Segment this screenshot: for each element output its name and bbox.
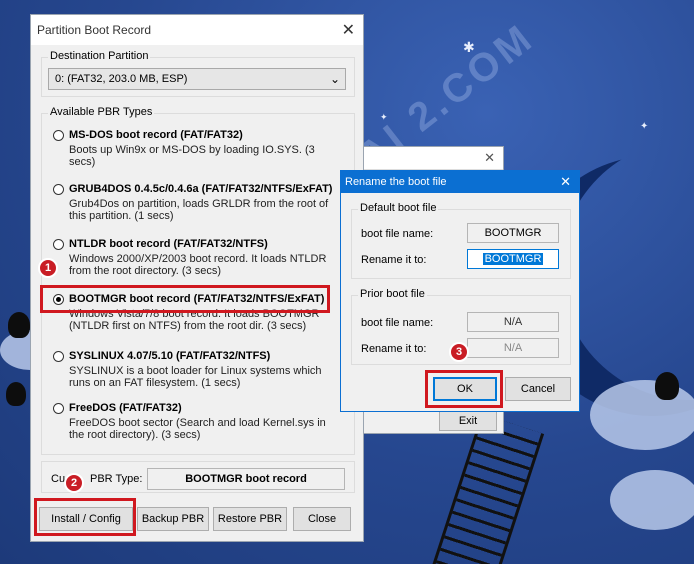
radio-button[interactable] [53,239,64,250]
option-title: NTLDR boot record (FAT/FAT32/NTFS) [69,238,268,250]
close-icon[interactable]: ✕ [342,20,355,40]
option-desc: Windows 2000/XP/2003 boot record. It loa… [69,253,327,277]
current-pbr-label-right: PBR Type: [90,473,143,485]
moon-graphic [560,140,694,400]
option-desc: FreeDOS boot sector (Search and load Ker… [69,417,326,441]
backup-pbr-button[interactable]: Backup PBR [137,507,209,531]
highlight-install-config [34,498,136,536]
rename-it-to-input[interactable]: BOOTMGR [467,249,559,269]
rename-it-to-label: Rename it to: [361,254,427,266]
window-title: Partition Boot Record [37,23,152,37]
option-desc: Grub4Dos on partition, loads GRLDR from … [69,198,329,222]
default-boot-file-label: Default boot file [358,202,439,214]
background-window-titlebar: ✕ [363,147,503,170]
option-desc: Boots up Win9x or MS-DOS by loading IO.S… [69,144,315,168]
restore-pbr-button[interactable]: Restore PBR [213,507,287,531]
destination-partition-select[interactable]: 0: (FAT32, 203.0 MB, ESP) ⌄ [48,68,346,90]
dialog-title: Rename the boot file [345,176,447,188]
boot-file-name-value: BOOTMGR [467,223,559,243]
destination-label: Destination Partition [48,50,151,62]
option-title: SYSLINUX 4.07/5.10 (FAT/FAT32/NTFS) [69,350,271,362]
close-icon[interactable]: ✕ [484,150,495,166]
prior-rename-value: N/A [467,338,559,358]
dialog-titlebar: Rename the boot file ✕ [341,171,579,193]
ninja-figure [8,312,30,338]
close-button[interactable]: Close [293,507,351,531]
ninja-figure [655,372,679,400]
destination-value: 0: (FAT32, 203.0 MB, ESP) [55,73,188,85]
star-icon: ✦ [640,121,649,132]
step-badge-2: 2 [64,473,84,493]
cloud-graphic [610,470,694,530]
radio-button[interactable] [53,403,64,414]
chevron-down-icon: ⌄ [329,72,340,86]
option-desc: SYSLINUX is a boot loader for Linux syst… [69,365,322,389]
highlight-ok-button [425,370,503,408]
ninja-figure [6,382,26,406]
option-title: GRUB4DOS 0.4.5c/0.4.6a (FAT/FAT32/NTFS/E… [69,183,333,195]
radio-button[interactable] [53,130,64,141]
window-titlebar: Partition Boot Record ✕ [31,15,363,45]
available-pbr-label: Available PBR Types [48,106,155,118]
rename-input-text: BOOTMGR [482,253,544,265]
prior-boot-file-label: Prior boot file [358,288,427,300]
radio-button[interactable] [53,351,64,362]
option-title: FreeDOS (FAT/FAT32) [69,402,182,414]
partition-boot-record-window: Partition Boot Record ✕ Destination Part… [30,14,364,542]
radio-button[interactable] [53,184,64,195]
highlight-bootmgr-option [40,285,330,313]
step-badge-3: 3 [449,342,469,362]
exit-button[interactable]: Exit [439,409,497,431]
prior-boot-file-name-value: N/A [467,312,559,332]
cancel-button[interactable]: Cancel [505,377,571,401]
destination-group: Destination Partition 0: (FAT32, 203.0 M… [41,50,355,97]
current-pbr-label-left: Cu [51,473,66,485]
boot-file-name-label: boot file name: [361,228,434,240]
step-badge-1: 1 [38,258,58,278]
current-pbr-value: BOOTMGR boot record [147,468,345,490]
prior-boot-file-name-label: boot file name: [361,317,434,329]
ladder-graphic [431,413,545,564]
prior-rename-label: Rename it to: [361,343,427,355]
close-icon[interactable]: ✕ [560,174,571,190]
option-title: MS-DOS boot record (FAT/FAT32) [69,129,243,141]
